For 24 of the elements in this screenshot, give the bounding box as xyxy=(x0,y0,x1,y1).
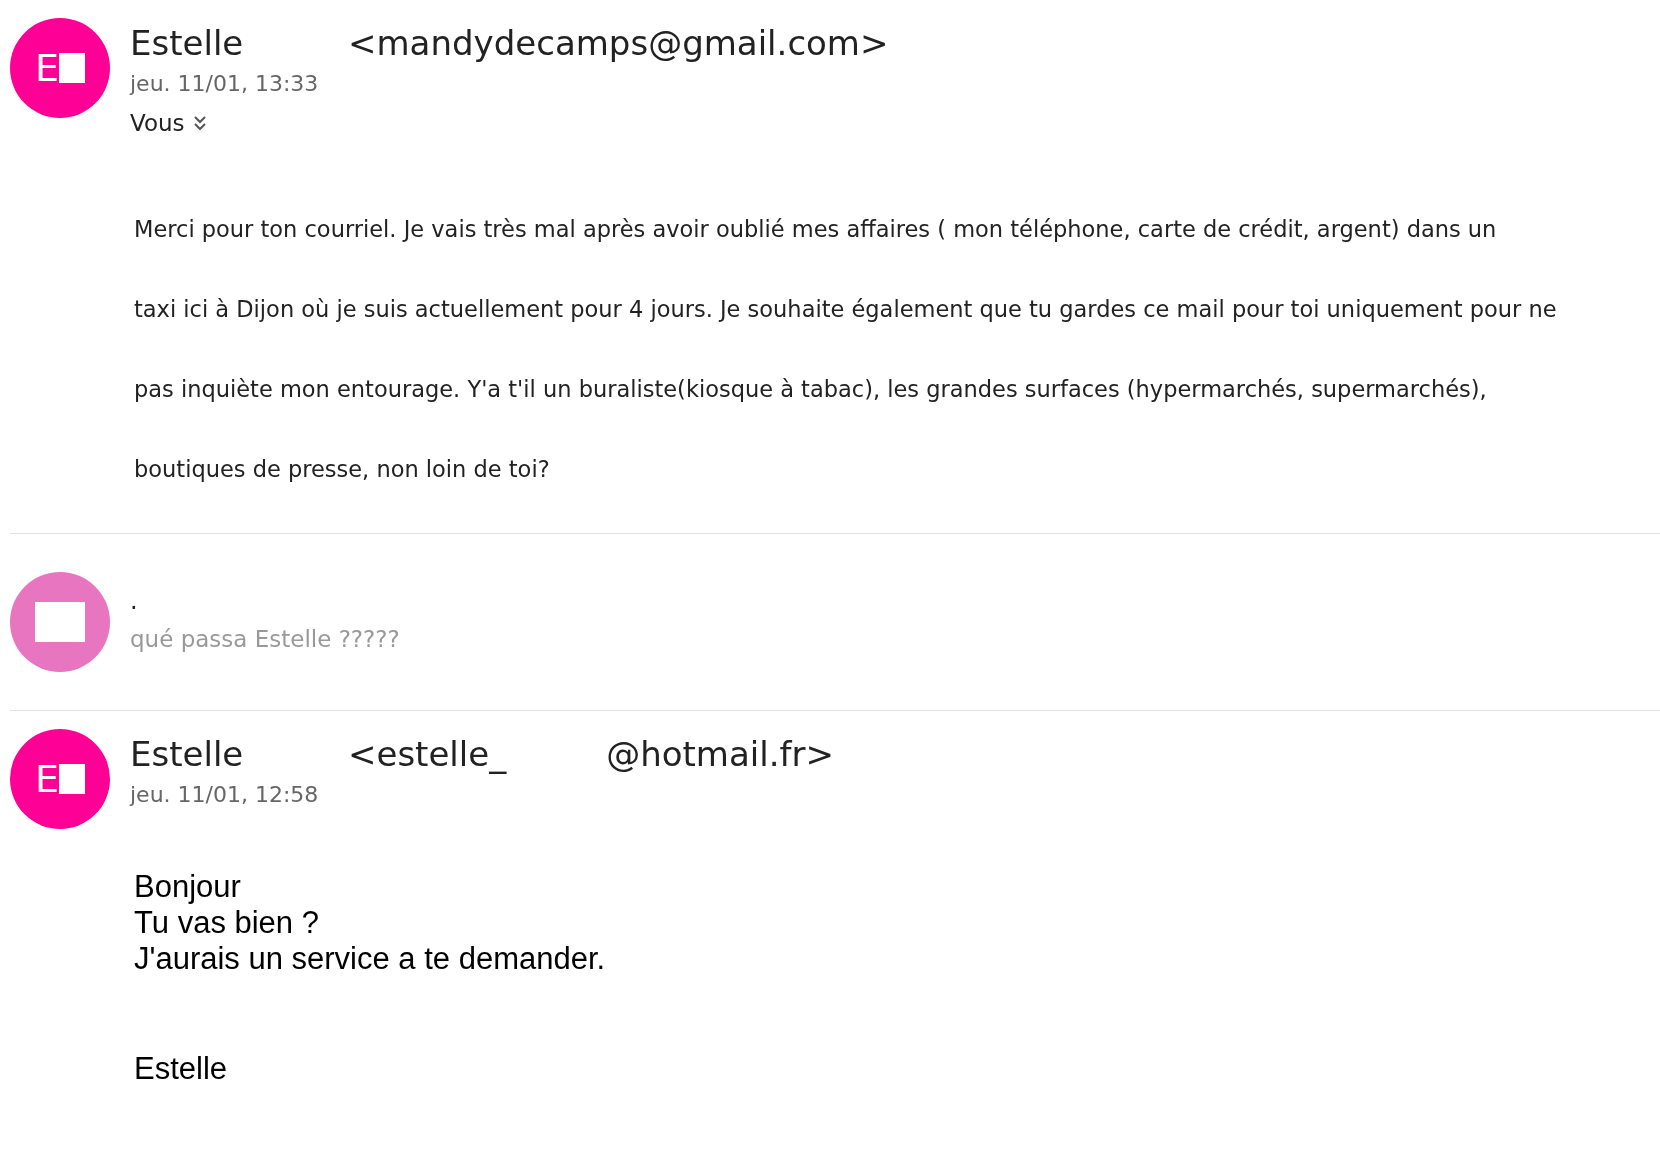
body-line: pas inquiète mon entourage. Y'a t'il un buraliste(kiosque à tabac), les grandes surfaces (hypermarchés, supermarchés), xyxy=(134,374,1488,404)
redaction-block xyxy=(59,53,85,83)
body-line: Merci pour ton courriel. Je vais très mal après avoir oublié mes affaires ( mon téléphone, carte de crédit, argent) dans un xyxy=(134,214,1498,244)
sender-name: Estelle xyxy=(130,732,245,776)
sender-name: . xyxy=(130,586,139,617)
sender-email: <estelle_ xyxy=(348,732,507,776)
body-line: Tu vas bien ? xyxy=(134,904,320,941)
avatar-initial: E xyxy=(35,759,59,798)
sender-name: Estelle xyxy=(130,22,245,65)
sender-email: <mandydecamps@gmail.com> xyxy=(348,22,889,65)
message-date: jeu. 11/01, 12:58 xyxy=(130,780,320,809)
message-date: jeu. 11/01, 13:33 xyxy=(130,70,320,98)
redaction-block xyxy=(35,601,85,642)
redaction-block xyxy=(59,763,85,794)
body-line: boutiques de presse, non loin de toi? xyxy=(134,454,551,484)
body-line: J'aurais un service a te demander. xyxy=(134,940,607,977)
body-line: Bonjour xyxy=(134,868,242,905)
message-preview: qué passa Estelle ????? xyxy=(130,625,400,655)
recipients-toggle[interactable]: Vous xyxy=(130,106,207,141)
sender-email: @hotmail.fr> xyxy=(606,732,834,776)
signature: Estelle xyxy=(134,1050,228,1087)
avatar-initial: E xyxy=(35,49,59,87)
double-chevron-icon xyxy=(192,114,207,133)
body-line: taxi ici à Dijon où je suis actuellement pour 4 jours. Je souhaite également que tu gardes ce mail pour toi uniquement pour ne xyxy=(134,294,1558,324)
